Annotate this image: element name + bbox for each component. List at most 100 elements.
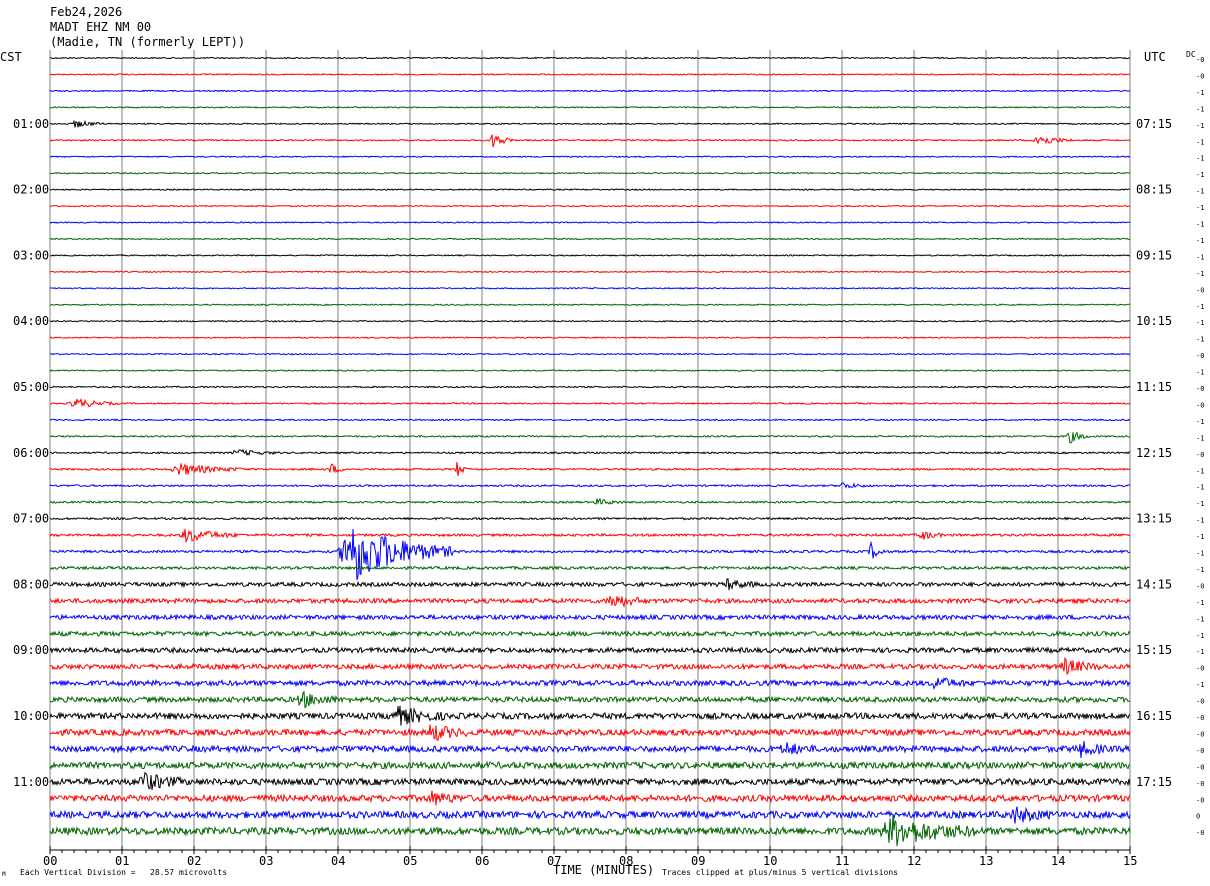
trace-26 bbox=[49, 482, 1131, 489]
x-tick-label: 05 bbox=[403, 854, 417, 868]
dc-label: DC bbox=[1186, 50, 1196, 59]
trace-47 bbox=[49, 813, 1131, 847]
x-tick-label: 10 bbox=[763, 854, 777, 868]
right-hour-label: 12:15 bbox=[1136, 446, 1172, 460]
dc-offset-label: -0 bbox=[1196, 714, 1204, 722]
dc-offset-label: -0 bbox=[1196, 286, 1204, 294]
x-tick-label: 06 bbox=[475, 854, 489, 868]
dc-offset-label: -1 bbox=[1196, 467, 1204, 475]
trace-14 bbox=[49, 286, 1131, 290]
x-tick-label: 02 bbox=[187, 854, 201, 868]
right-hour-label: 16:15 bbox=[1136, 709, 1172, 723]
trace-12 bbox=[50, 254, 1131, 257]
trace-5 bbox=[49, 134, 1131, 148]
trace-2 bbox=[49, 89, 1130, 93]
trace-1 bbox=[49, 73, 1131, 76]
dc-offset-label: -1 bbox=[1196, 303, 1204, 311]
dc-offset-label: -1 bbox=[1196, 105, 1204, 113]
left-hour-label: 09:00 bbox=[13, 643, 49, 657]
x-tick-label: 14 bbox=[1051, 854, 1065, 868]
trace-33 bbox=[49, 596, 1131, 609]
header-location: (Madie, TN (formerly LEPT)) bbox=[50, 35, 245, 49]
dc-offset-label: -1 bbox=[1196, 336, 1204, 344]
dc-offset-label: -1 bbox=[1196, 566, 1204, 574]
trace-44 bbox=[49, 771, 1131, 790]
dc-offset-label: -1 bbox=[1196, 369, 1204, 377]
dc-offset-label: -1 bbox=[1196, 517, 1204, 525]
trace-10 bbox=[49, 221, 1131, 224]
right-hour-label: 14:15 bbox=[1136, 577, 1172, 591]
seismogram-traces bbox=[49, 56, 1131, 847]
trace-6 bbox=[49, 155, 1131, 159]
trace-24 bbox=[49, 448, 1131, 457]
left-hour-label: 08:00 bbox=[13, 577, 49, 591]
trace-41 bbox=[49, 724, 1131, 741]
x-tick-label: 04 bbox=[331, 854, 345, 868]
right-hour-label: 17:15 bbox=[1136, 775, 1172, 789]
left-timezone-label: CST bbox=[0, 50, 22, 64]
right-hour-labels: 07:15 08:15 09:15 10:15 11:15 12:15 13:15 14:15… bbox=[1136, 117, 1172, 789]
clip-note: Traces clipped at plus/minus 5 vertical … bbox=[662, 868, 898, 877]
dc-offset-label: -0 bbox=[1196, 698, 1204, 706]
helicorder-plot: Feb24,2026 MADT EHZ NM 00 (Madie, TN (fo… bbox=[0, 5, 1204, 878]
dc-offset-label: -0 bbox=[1196, 401, 1204, 409]
trace-11 bbox=[49, 237, 1131, 241]
minute-gridlines bbox=[49, 50, 1131, 848]
dc-offset-label: -0 bbox=[1196, 665, 1204, 673]
left-hour-label: 01:00 bbox=[13, 117, 49, 131]
footer-mark: M bbox=[2, 871, 6, 878]
trace-32 bbox=[49, 578, 1131, 591]
left-hour-label: 04:00 bbox=[13, 314, 49, 328]
trace-7 bbox=[49, 171, 1131, 175]
x-tick-label: 12 bbox=[907, 854, 921, 868]
trace-36 bbox=[49, 645, 1131, 655]
left-hour-label: 05:00 bbox=[13, 380, 49, 394]
dc-offset-label: -0 bbox=[1196, 763, 1204, 771]
dc-offset-label: -1 bbox=[1196, 237, 1204, 245]
x-tick-label: 15 bbox=[1123, 854, 1137, 868]
x-tick-label: 01 bbox=[115, 854, 129, 868]
header-station: MADT EHZ NM 00 bbox=[50, 20, 151, 34]
dc-offset-label: -1 bbox=[1196, 319, 1204, 327]
dc-offset-label: -1 bbox=[1196, 500, 1204, 508]
x-axis-title: TIME (MINUTES) bbox=[553, 863, 654, 877]
x-tick-label: 09 bbox=[691, 854, 705, 868]
trace-28 bbox=[50, 516, 1131, 521]
dc-offset-label: -1 bbox=[1196, 171, 1204, 179]
x-tick-label: 00 bbox=[43, 854, 57, 868]
trace-25 bbox=[49, 461, 1131, 477]
trace-15 bbox=[49, 303, 1131, 307]
trace-18 bbox=[49, 352, 1131, 356]
dc-offset-label: -1 bbox=[1196, 434, 1204, 442]
dc-offset-label: -1 bbox=[1196, 599, 1204, 607]
dc-offset-label: -1 bbox=[1196, 484, 1204, 492]
trace-4 bbox=[49, 119, 1131, 128]
right-hour-label: 08:15 bbox=[1136, 183, 1172, 197]
trace-35 bbox=[49, 630, 1131, 638]
trace-42 bbox=[49, 740, 1131, 759]
trace-43 bbox=[49, 760, 1131, 771]
trace-46 bbox=[49, 806, 1131, 824]
right-hour-label: 13:15 bbox=[1136, 512, 1172, 526]
trace-3 bbox=[49, 106, 1131, 109]
right-hour-label: 07:15 bbox=[1136, 117, 1172, 131]
trace-8 bbox=[49, 188, 1130, 191]
trace-27 bbox=[49, 497, 1131, 505]
right-timezone-label: UTC bbox=[1144, 50, 1166, 64]
dc-offset-labels: -0 -0 -1 -1 -1 -1 -1 -1 -1 -1 -1 -1 -1 -1 -0 -1 -1 -1 -0 -1… bbox=[1196, 56, 1204, 837]
left-hour-label: 10:00 bbox=[13, 709, 49, 723]
left-hour-label: 03:00 bbox=[13, 248, 49, 262]
trace-37 bbox=[49, 657, 1131, 675]
dc-offset-label: -0 bbox=[1196, 385, 1204, 393]
trace-21 bbox=[49, 397, 1131, 408]
trace-31 bbox=[49, 565, 1131, 571]
dc-offset-label: -1 bbox=[1196, 681, 1204, 689]
dc-offset-label: -1 bbox=[1196, 89, 1204, 97]
trace-17 bbox=[49, 336, 1131, 339]
trace-39 bbox=[49, 690, 1131, 709]
trace-22 bbox=[49, 418, 1131, 422]
trace-0 bbox=[49, 56, 1131, 60]
dc-offset-label: -0 bbox=[1196, 796, 1204, 804]
dc-offset-label: 0 bbox=[1196, 813, 1200, 821]
dc-offset-label: -1 bbox=[1196, 204, 1204, 212]
